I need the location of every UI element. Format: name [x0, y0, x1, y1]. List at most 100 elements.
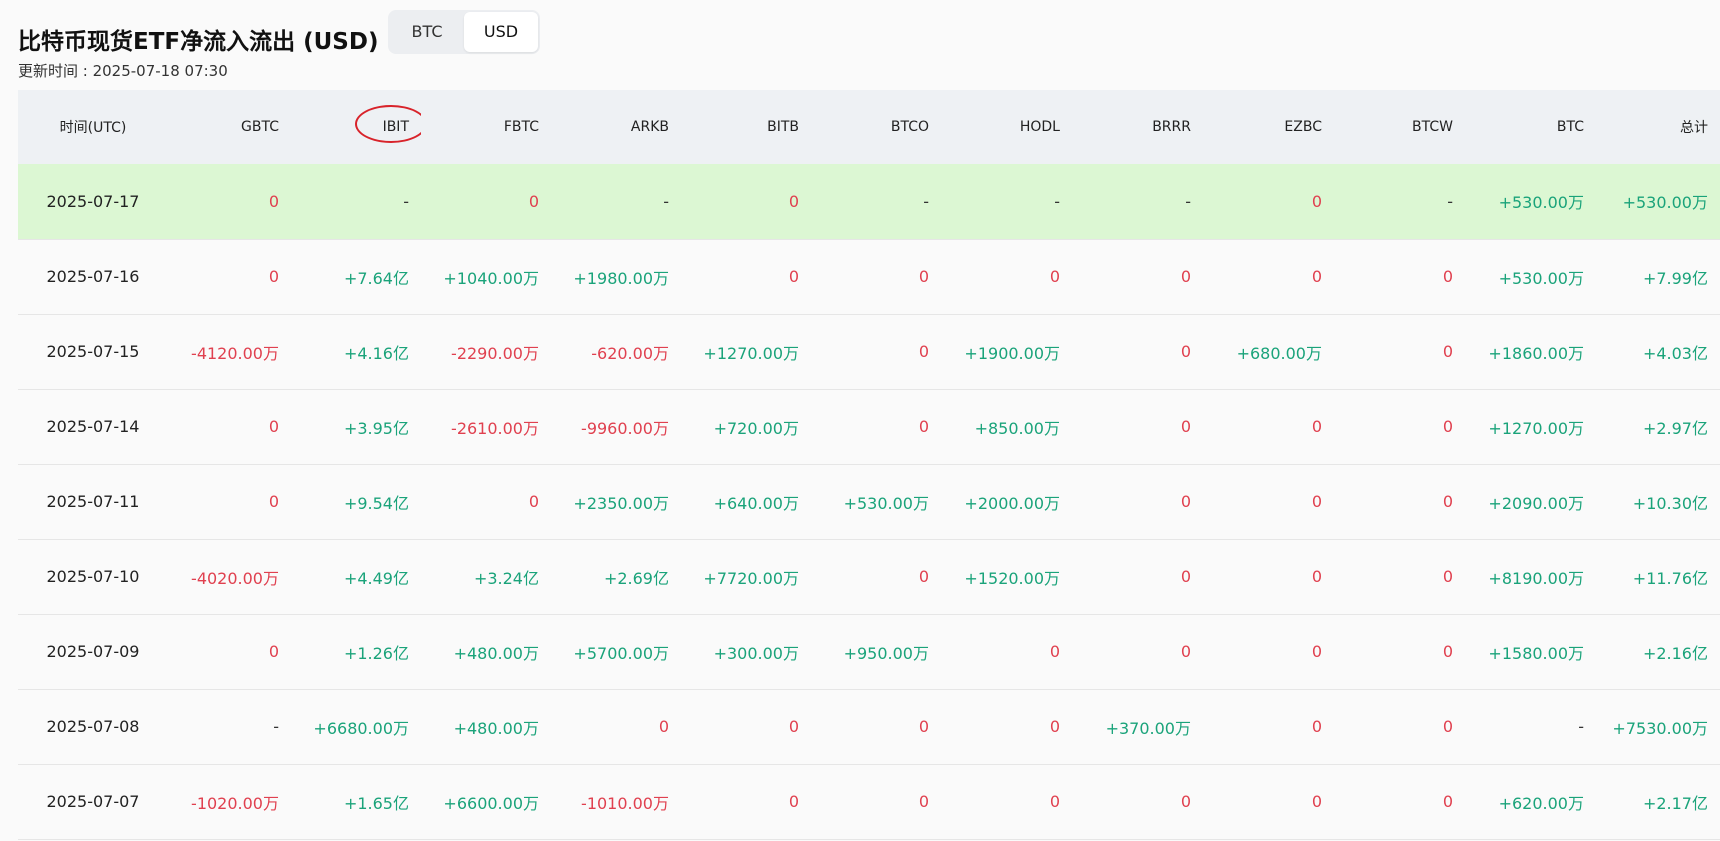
flow-cell: 0: [528, 492, 539, 511]
flow-cell: -620.00万: [591, 343, 669, 363]
flow-cell: 0: [1311, 267, 1322, 286]
flow-cell: +7.64亿: [343, 268, 409, 288]
flow-cell: -: [1578, 717, 1584, 736]
table-header-row: 时间(UTC) GBTC IBIT FBTC ARKB BITB BTCO HODL BRRR E…: [18, 90, 1720, 164]
flow-cell: +4.03亿: [1642, 343, 1708, 363]
flow-cell: 0: [788, 717, 799, 736]
flow-cell: -4020.00万: [191, 568, 279, 588]
flow-cell: +4.49亿: [343, 568, 409, 588]
flow-cell: -: [403, 191, 409, 211]
flow-cell: 0: [1442, 567, 1453, 586]
flow-cell: 0: [1180, 342, 1191, 361]
toggle-btc[interactable]: BTC: [390, 12, 464, 52]
flow-cell: +2.17亿: [1642, 793, 1708, 813]
unit-toggle[interactable]: BTC USD: [388, 10, 540, 54]
flow-cell: +720.00万: [713, 418, 799, 438]
flow-cell: +480.00万: [453, 718, 539, 738]
flow-cell: 0: [788, 267, 799, 286]
flow-cell: +7.99亿: [1642, 268, 1708, 288]
flow-cell: +530.00万: [1498, 268, 1584, 288]
flow-cell: 0: [1049, 642, 1060, 661]
flow-cell: 0: [1180, 492, 1191, 511]
row-date: 2025-07-10: [46, 567, 140, 586]
flow-cell: 0: [918, 717, 929, 736]
flow-cell: +7720.00万: [703, 568, 799, 588]
flow-cell: +370.00万: [1105, 718, 1191, 738]
column-header-label: 时间(UTC): [59, 120, 127, 136]
flow-cell: 0: [268, 492, 279, 511]
page-title: 比特币现货ETF净流入流出 (USD): [18, 29, 379, 55]
flow-cell: +8190.00万: [1488, 568, 1584, 588]
toggle-usd[interactable]: USD: [464, 12, 538, 52]
flow-cell: +7530.00万: [1612, 718, 1708, 738]
flow-cell: +2.16亿: [1642, 643, 1708, 663]
flow-cell: 0: [918, 792, 929, 811]
column-header-label: BTC: [1556, 119, 1584, 135]
flow-cell: -2610.00万: [451, 418, 539, 438]
flow-cell: +300.00万: [713, 643, 799, 663]
column-header-btco: BTCO: [811, 90, 941, 164]
flow-cell: +6600.00万: [443, 793, 539, 813]
column-header-label: FBTC: [503, 119, 539, 135]
flow-cell: -2290.00万: [451, 343, 539, 363]
flow-cell: -9960.00万: [581, 418, 669, 438]
column-header-ezbc: EZBC: [1203, 90, 1334, 164]
column-header-label: HODL: [1019, 119, 1060, 135]
flow-cell: +620.00万: [1498, 793, 1584, 813]
flow-cell: 0: [1311, 417, 1322, 436]
flow-cell: +530.00万: [843, 493, 929, 513]
flow-cell: 0: [1049, 792, 1060, 811]
flow-cell: +2350.00万: [573, 493, 669, 513]
row-date: 2025-07-16: [46, 267, 140, 286]
flow-cell: 0: [268, 417, 279, 436]
flow-cell: +1580.00万: [1488, 643, 1584, 663]
flow-cell: +11.76亿: [1632, 568, 1708, 588]
table-row: 2025-07-09 0 +1.26亿 +480.00万 +5700.00万 +300.0…: [18, 614, 1720, 689]
column-header-label: EZBC: [1284, 119, 1322, 135]
row-date: 2025-07-07: [46, 792, 140, 811]
flow-cell: 0: [528, 191, 539, 211]
flow-cell: +2.69亿: [603, 568, 669, 588]
flow-cell: -4120.00万: [191, 343, 279, 363]
flow-cell: -: [1447, 191, 1453, 211]
flow-cell: +2000.00万: [964, 493, 1060, 513]
flow-cell: +1980.00万: [573, 268, 669, 288]
row-date: 2025-07-14: [46, 417, 140, 436]
column-header-label: IBIT: [354, 105, 421, 143]
flow-cell: -: [273, 717, 279, 736]
column-header-brrr: BRRR: [1072, 90, 1203, 164]
flow-cell: 0: [1311, 191, 1322, 211]
flow-cell: +1270.00万: [1488, 418, 1584, 438]
flow-cell: +2090.00万: [1488, 493, 1584, 513]
table-row: 2025-07-17 0 - 0 - 0 - - - 0 - +530.00万 +530.00万: [18, 164, 1720, 239]
flow-cell: +850.00万: [974, 418, 1060, 438]
table-row: 2025-07-11 0 +9.54亿 0 +2350.00万 +640.00万 +530.…: [18, 464, 1720, 539]
flow-cell: +3.95亿: [343, 418, 409, 438]
flow-cell: +4.16亿: [343, 343, 409, 363]
flow-cell: -: [1185, 191, 1191, 211]
flow-cell: 0: [1442, 492, 1453, 511]
flow-cell: 0: [918, 567, 929, 586]
flow-cell: 0: [918, 342, 929, 361]
flow-cell: 0: [268, 191, 279, 211]
flow-cell: 0: [1180, 267, 1191, 286]
flow-cell: +1270.00万: [703, 343, 799, 363]
page-header: 比特币现货ETF净流入流出 (USD) BTC USD 更新时间 : 2025-…: [18, 10, 1718, 90]
flow-cell: +3.24亿: [473, 568, 539, 588]
column-header-label: BITB: [767, 119, 799, 135]
table-row: 2025-07-10 -4020.00万 +4.49亿 +3.24亿 +2.69亿 +77…: [18, 539, 1720, 614]
column-header-总计: 总计: [1596, 90, 1720, 164]
table-row: 2025-07-08 - +6680.00万 +480.00万 0 0 0 0 +370.00万…: [18, 689, 1720, 764]
flow-cell: 0: [1180, 567, 1191, 586]
flow-cell: -: [663, 191, 669, 211]
flow-cell: 0: [1442, 717, 1453, 736]
column-header-label: 总计: [1680, 120, 1708, 136]
flow-cell: 0: [1180, 417, 1191, 436]
flow-cell: 0: [1311, 492, 1322, 511]
row-date: 2025-07-08: [46, 717, 140, 736]
table-row: 2025-07-07 -1020.00万 +1.65亿 +6600.00万 -1010.…: [18, 764, 1720, 839]
flow-cell: +680.00万: [1236, 343, 1322, 363]
row-date: 2025-07-17: [46, 191, 140, 211]
flow-cell: +1.65亿: [343, 793, 409, 813]
column-header-hodl: HODL: [941, 90, 1072, 164]
